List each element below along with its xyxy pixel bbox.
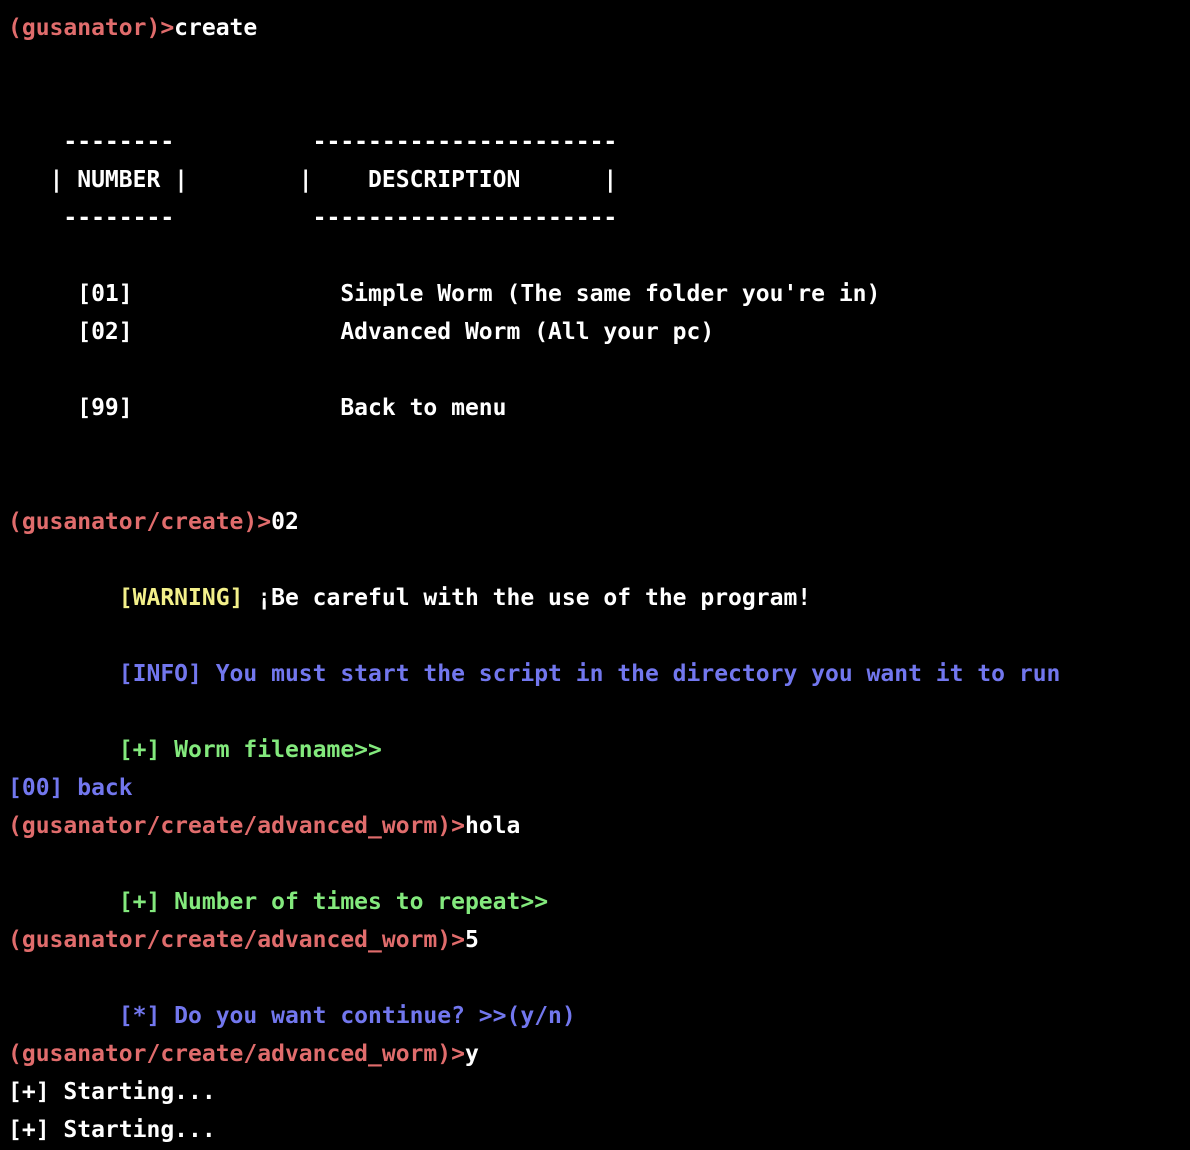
output-text: [99] Back to menu [8,395,507,421]
filename-question: [+] Worm filename>> [8,731,382,769]
back-hint: [00] back [8,769,133,807]
menu-option-02: [02] Advanced Worm (All your pc) [8,313,714,351]
table-border-bottom: -------- ---------------------- [8,199,617,237]
output-text: [WARNING] [8,585,258,611]
shell-prompt: (gusanator)> [8,15,175,41]
continue-question: [*] Do you want continue? >>(y/n) [8,997,576,1035]
prompt-line-continue: (gusanator/create/advanced_worm)>y [8,1035,479,1073]
output-text: [+] Number of times to repeat>> [8,889,549,915]
menu-option-99: [99] Back to menu [8,389,507,427]
shell-prompt: (gusanator/create)> [8,509,272,535]
shell-prompt: (gusanator/create/advanced_worm)> [8,1041,465,1067]
output-text: -------- ---------------------- [8,129,618,155]
output-text: [00] back [8,775,133,801]
user-input: create [174,15,258,41]
shell-prompt: (gusanator/create/advanced_worm)> [8,813,465,839]
repeat-question: [+] Number of times to repeat>> [8,883,548,921]
table-header: | NUMBER | | DESCRIPTION | [8,161,618,199]
prompt-line-create: (gusanator)>create [8,9,257,47]
user-input: hola [464,813,521,839]
starting-line-1: [+] Starting... [8,1073,216,1111]
shell-prompt: (gusanator/create/advanced_worm)> [8,927,465,953]
prompt-line-repeat: (gusanator/create/advanced_worm)>5 [8,921,479,959]
output-text: [01] Simple Worm (The same folder you're… [8,281,881,307]
output-text: [+] Starting... [8,1117,216,1143]
prompt-line-select: (gusanator/create)>02 [8,503,299,541]
output-text: -------- ---------------------- [8,205,618,231]
table-border-top: -------- ---------------------- [8,123,617,161]
output-text: [INFO] You must start the script in the … [8,661,1061,687]
output-text: [+] Worm filename>> [8,737,382,763]
output-text: ¡Be careful with the use of the program! [257,585,812,611]
output-text: [02] Advanced Worm (All your pc) [8,319,715,345]
prompt-line-filename: (gusanator/create/advanced_worm)>hola [8,807,520,845]
starting-line-2: [+] Starting... [8,1111,216,1149]
info-line: [INFO] You must start the script in the … [8,655,1061,693]
user-input: y [464,1041,479,1067]
user-input: 02 [271,509,299,535]
output-text: [*] Do you want continue? >>(y/n) [8,1003,576,1029]
menu-option-01: [01] Simple Worm (The same folder you're… [8,275,880,313]
output-text: | NUMBER | | DESCRIPTION | [8,167,618,193]
user-input: 5 [464,927,479,953]
warning-line: [WARNING] ¡Be careful with the use of th… [8,579,811,617]
output-text: [+] Starting... [8,1079,216,1105]
